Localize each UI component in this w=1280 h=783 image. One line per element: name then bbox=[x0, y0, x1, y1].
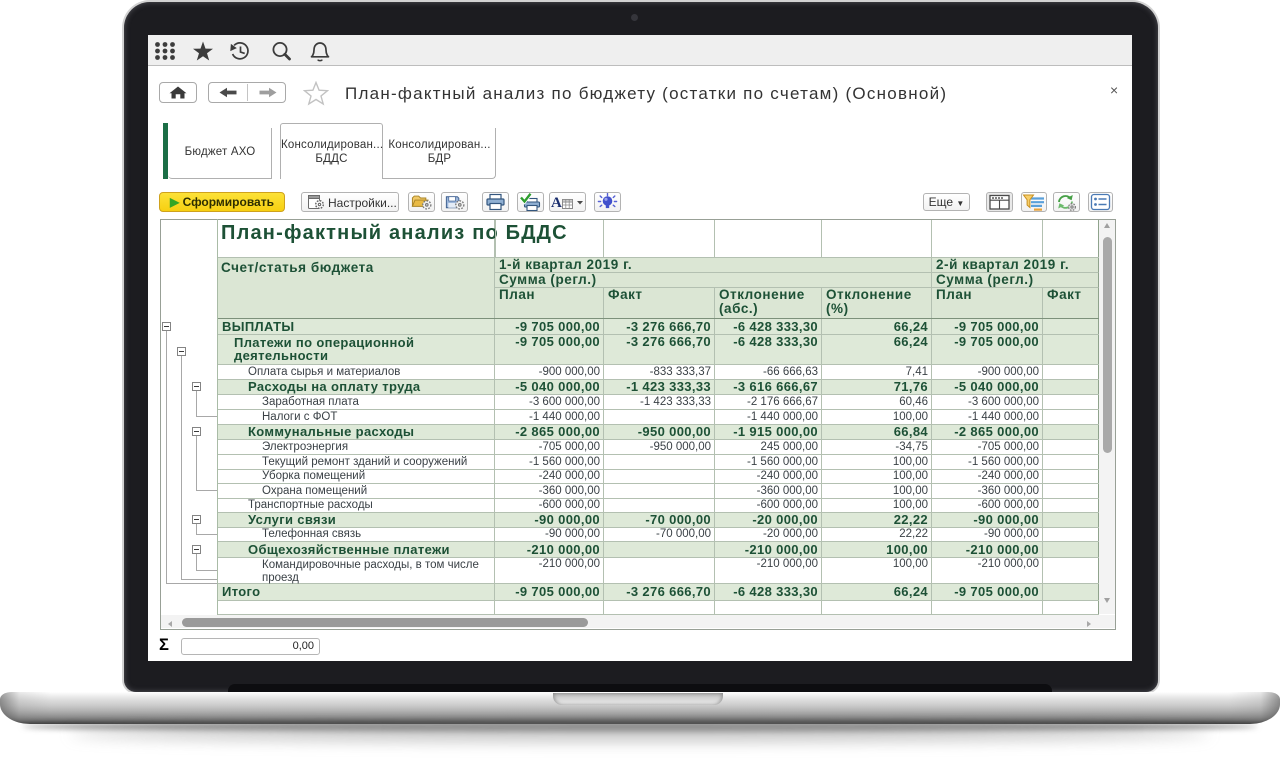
svg-text:A: A bbox=[551, 195, 562, 211]
